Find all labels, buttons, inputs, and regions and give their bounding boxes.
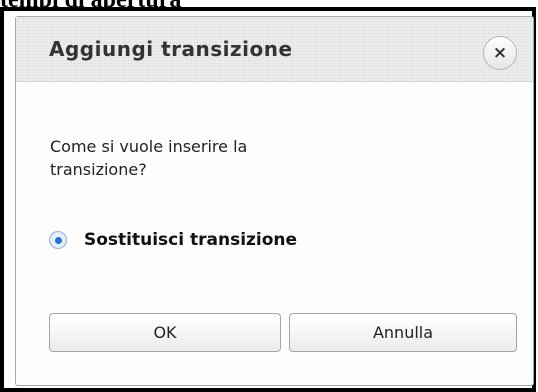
ok-button[interactable]: OK [49, 313, 281, 352]
close-icon: × [492, 42, 508, 63]
replace-transition-option[interactable]: Sostituisci transizione [49, 230, 297, 250]
radio-label: Sostituisci transizione [84, 230, 298, 250]
dialog-title-bar[interactable]: Aggiungi transizione × [16, 17, 533, 82]
radio-button[interactable] [49, 231, 67, 249]
add-transition-dialog: Aggiungi transizione × Come si vuole ins… [15, 16, 534, 386]
page: tempi di apertura Aggiungi transizione ×… [0, 0, 538, 392]
cancel-button[interactable]: Annulla [289, 313, 517, 352]
radio-selected-dot [54, 236, 62, 244]
dialog-title: Aggiungi transizione [49, 37, 293, 61]
dialog-question: Come si vuole inserire la transizione? [50, 137, 248, 179]
close-button[interactable]: × [483, 36, 517, 70]
